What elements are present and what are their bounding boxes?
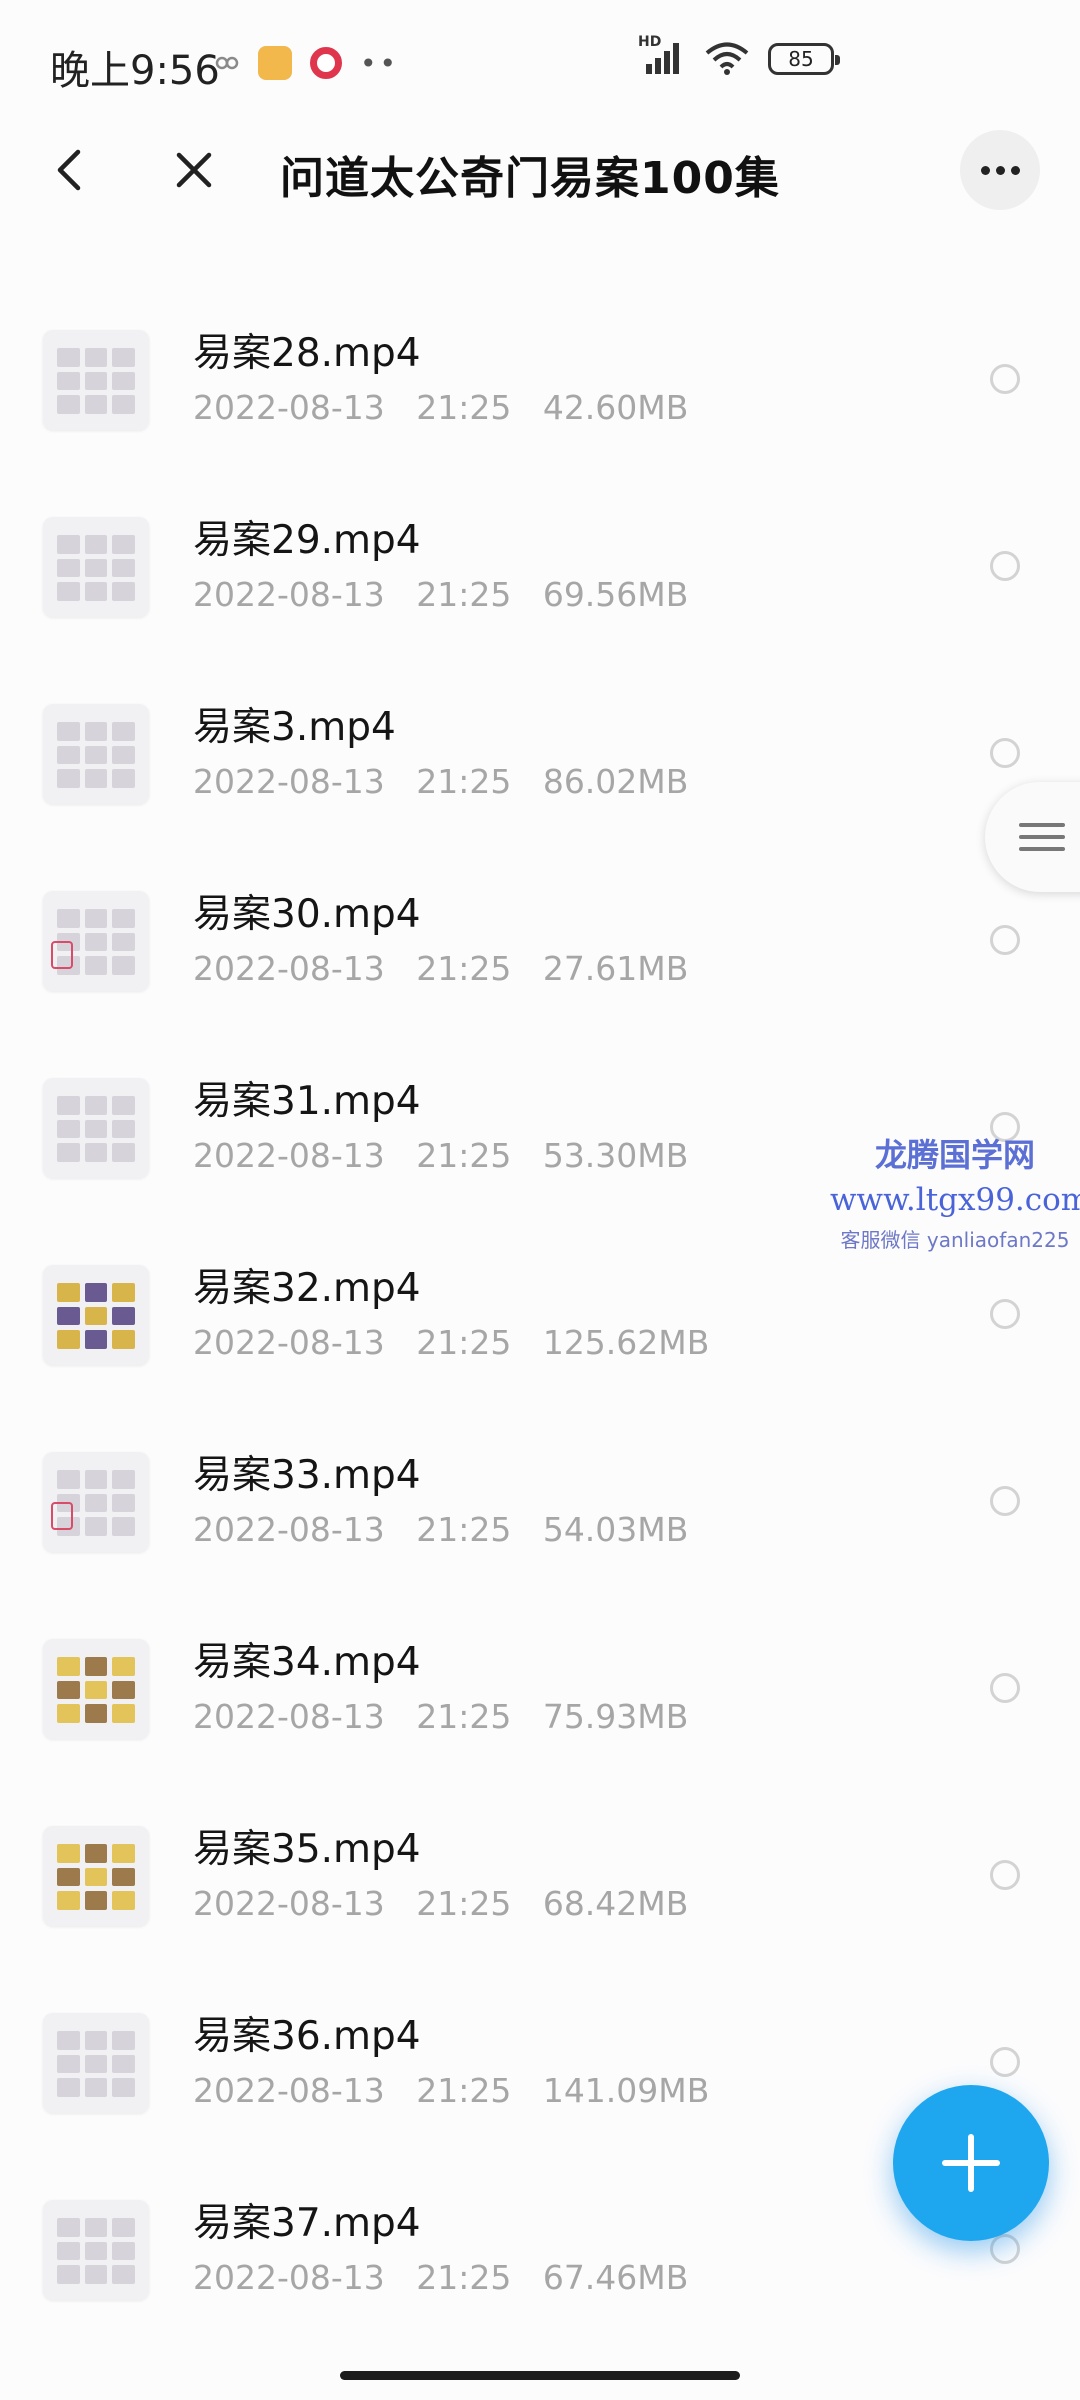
file-row[interactable]: 易案28.mp4 2022-08-13 21:25 42.60MB — [0, 300, 1080, 487]
music-app-icon — [310, 47, 342, 79]
menu-lines-icon — [1019, 823, 1065, 827]
file-meta: 2022-08-13 21:25 141.09MB — [193, 2071, 710, 2110]
add-button[interactable] — [893, 2085, 1049, 2241]
video-thumbnail — [43, 891, 149, 991]
file-meta: 2022-08-13 21:25 86.02MB — [193, 762, 689, 801]
video-thumbnail — [43, 2200, 149, 2300]
file-name: 易案35.mp4 — [193, 1827, 421, 1872]
file-meta: 2022-08-13 21:25 125.62MB — [193, 1323, 710, 1362]
notification-icons: •• — [214, 46, 399, 80]
home-indicator[interactable] — [340, 2371, 740, 2380]
back-button[interactable] — [44, 142, 94, 198]
status-bar: 晚上9:56 •• HD 85 — [0, 0, 1080, 120]
select-radio[interactable] — [990, 1486, 1020, 1516]
video-thumbnail — [43, 704, 149, 804]
select-radio[interactable] — [990, 551, 1020, 581]
close-icon — [176, 152, 212, 188]
file-meta: 2022-08-13 21:25 75.93MB — [193, 1697, 689, 1736]
infinity-icon — [215, 56, 239, 70]
watermark-url: www.ltgx99.com — [830, 1182, 1080, 1218]
file-meta: 2022-08-13 21:25 68.42MB — [193, 1884, 689, 1923]
video-thumbnail — [43, 1265, 149, 1365]
video-thumbnail — [43, 1826, 149, 1926]
file-meta: 2022-08-13 21:25 42.60MB — [193, 388, 689, 427]
watermark-contact: 客服微信 yanliaofan225 — [840, 1228, 1070, 1252]
hd-label: HD — [638, 34, 662, 50]
select-radio[interactable] — [990, 1299, 1020, 1329]
file-name: 易案37.mp4 — [193, 2201, 421, 2246]
more-notifications-icon: •• — [360, 46, 400, 80]
select-radio[interactable] — [990, 925, 1020, 955]
battery-icon: 85 — [768, 43, 840, 75]
file-name: 易案3.mp4 — [193, 705, 396, 750]
back-arrow-icon — [57, 149, 81, 191]
video-thumbnail — [43, 1452, 149, 1552]
notes-app-icon — [258, 46, 292, 80]
wifi-icon — [705, 42, 749, 75]
more-dots-icon — [980, 165, 990, 175]
file-name: 易案34.mp4 — [193, 1640, 421, 1685]
file-row[interactable]: 易案29.mp4 2022-08-13 21:25 69.56MB — [0, 487, 1080, 674]
file-meta: 2022-08-13 21:25 54.03MB — [193, 1510, 689, 1549]
file-row[interactable]: 易案33.mp4 2022-08-13 21:25 54.03MB — [0, 1422, 1080, 1609]
video-thumbnail — [43, 1639, 149, 1739]
select-radio[interactable] — [990, 1860, 1020, 1890]
watermark-title: 龙腾国学网 — [874, 1136, 1035, 1174]
select-radio[interactable] — [990, 2234, 1020, 2264]
select-radio[interactable] — [990, 2047, 1020, 2077]
more-options-button[interactable] — [960, 130, 1040, 210]
file-name: 易案33.mp4 — [193, 1453, 421, 1498]
file-row[interactable]: 易案32.mp4 2022-08-13 21:25 125.62MB — [0, 1235, 1080, 1422]
select-radio[interactable] — [990, 738, 1020, 768]
close-button[interactable] — [166, 142, 222, 198]
status-time: 晚上9:56 — [50, 48, 220, 94]
file-row[interactable]: 易案34.mp4 2022-08-13 21:25 75.93MB — [0, 1609, 1080, 1796]
file-row[interactable]: 易案30.mp4 2022-08-13 21:25 27.61MB — [0, 861, 1080, 1048]
file-name: 易案32.mp4 — [193, 1266, 421, 1311]
file-name: 易案36.mp4 — [193, 2014, 421, 2059]
video-thumbnail — [43, 330, 149, 430]
file-meta: 2022-08-13 21:25 27.61MB — [193, 949, 689, 988]
file-name: 易案31.mp4 — [193, 1079, 421, 1124]
header: 问道太公奇门易案100集 — [0, 120, 1080, 220]
file-name: 易案30.mp4 — [193, 892, 421, 937]
watermark: 龙腾国学网 www.ltgx99.com 客服微信 yanliaofan225 — [830, 1130, 1080, 1253]
file-name: 易案29.mp4 — [193, 518, 421, 563]
file-name: 易案28.mp4 — [193, 331, 421, 376]
file-meta: 2022-08-13 21:25 53.30MB — [193, 1136, 689, 1175]
file-list: 易案28.mp4 2022-08-13 21:25 42.60MB 易案29.m… — [0, 300, 1080, 2357]
select-radio[interactable] — [990, 1673, 1020, 1703]
file-meta: 2022-08-13 21:25 69.56MB — [193, 575, 689, 614]
file-row[interactable]: 易案3.mp4 2022-08-13 21:25 86.02MB — [0, 674, 1080, 861]
video-thumbnail — [43, 2013, 149, 2113]
battery-level: 85 — [788, 47, 814, 71]
select-radio[interactable] — [990, 364, 1020, 394]
video-thumbnail — [43, 1078, 149, 1178]
page-title: 问道太公奇门易案100集 — [280, 153, 780, 204]
plus-icon — [942, 2134, 1000, 2192]
file-row[interactable]: 易案35.mp4 2022-08-13 21:25 68.42MB — [0, 1796, 1080, 1983]
file-meta: 2022-08-13 21:25 67.46MB — [193, 2258, 689, 2297]
system-icons: HD 85 — [638, 34, 840, 78]
video-thumbnail — [43, 517, 149, 617]
signal-icon: HD — [638, 34, 686, 78]
